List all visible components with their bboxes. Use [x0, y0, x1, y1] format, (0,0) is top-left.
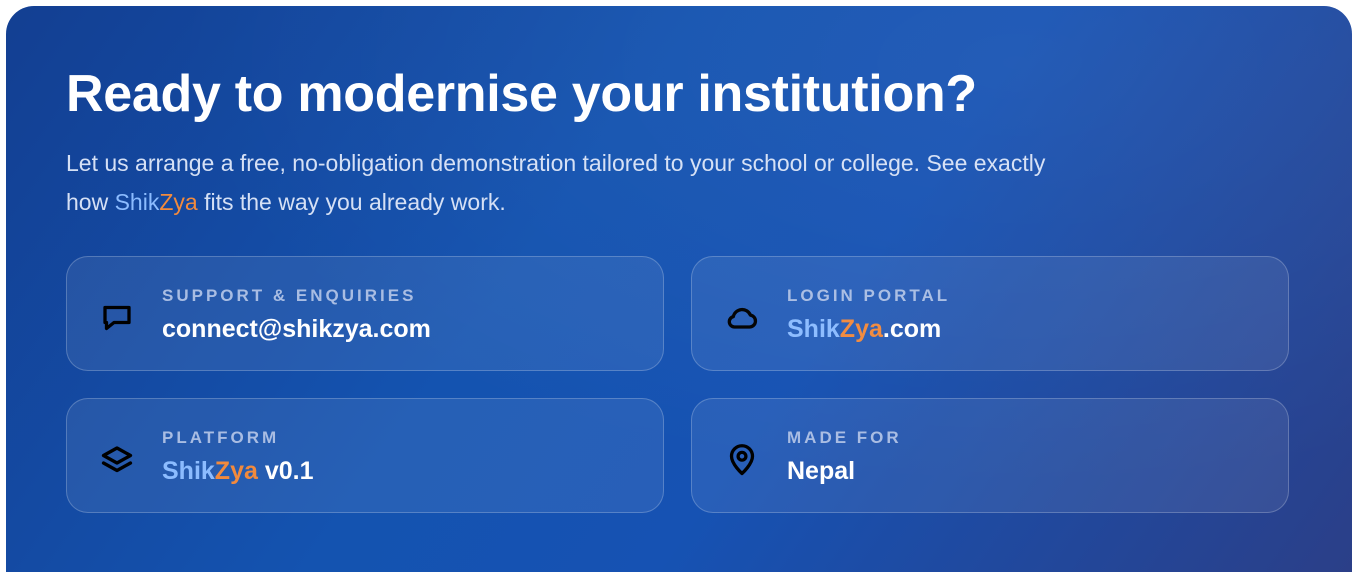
- demo-cta-section: Ready to modernise your institution? Let…: [6, 6, 1352, 572]
- cloud-icon: [724, 300, 760, 336]
- made-for-card: MADE FOR Nepal: [691, 398, 1289, 513]
- platform-brand-shik: Shik: [162, 457, 215, 485]
- cta-description: Let us arrange a free, no-obligation dem…: [66, 144, 1076, 222]
- login-portal-card[interactable]: LOGIN PORTAL ShikZya.com: [691, 256, 1289, 371]
- support-email-link[interactable]: connect@shikzya.com: [162, 315, 431, 344]
- login-portal-domain: .com: [882, 315, 942, 343]
- cta-description-text-end: fits the way you already work.: [197, 189, 506, 215]
- login-portal-link[interactable]: ShikZya.com: [787, 315, 941, 344]
- made-for-country: Nepal: [787, 457, 856, 485]
- platform-brand-zya: Zya: [214, 457, 258, 485]
- platform-card-label: PLATFORM: [162, 428, 280, 447]
- platform-card: PLATFORM ShikZya v0.1: [66, 398, 664, 513]
- support-card-label: SUPPORT & ENQUIRIES: [162, 286, 417, 305]
- support-contact-card[interactable]: SUPPORT & ENQUIRIES connect@shikzya.com: [66, 256, 664, 371]
- made-for-card-label: MADE FOR: [787, 428, 902, 447]
- login-portal-brand-shik: Shik: [787, 315, 840, 343]
- login-portal-card-label: LOGIN PORTAL: [787, 286, 951, 305]
- brand-name-shik: Shik: [114, 189, 160, 215]
- brand-name-zya: Zya: [159, 189, 198, 215]
- map-pin-icon: [724, 442, 760, 478]
- layers-icon: [99, 442, 135, 478]
- chat-bubble-icon: [99, 300, 135, 336]
- platform-version-number: v0.1: [257, 457, 314, 485]
- login-portal-brand-zya: Zya: [839, 315, 883, 343]
- cta-heading: Ready to modernise your institution?: [66, 65, 977, 123]
- platform-version: ShikZya v0.1: [162, 457, 314, 486]
